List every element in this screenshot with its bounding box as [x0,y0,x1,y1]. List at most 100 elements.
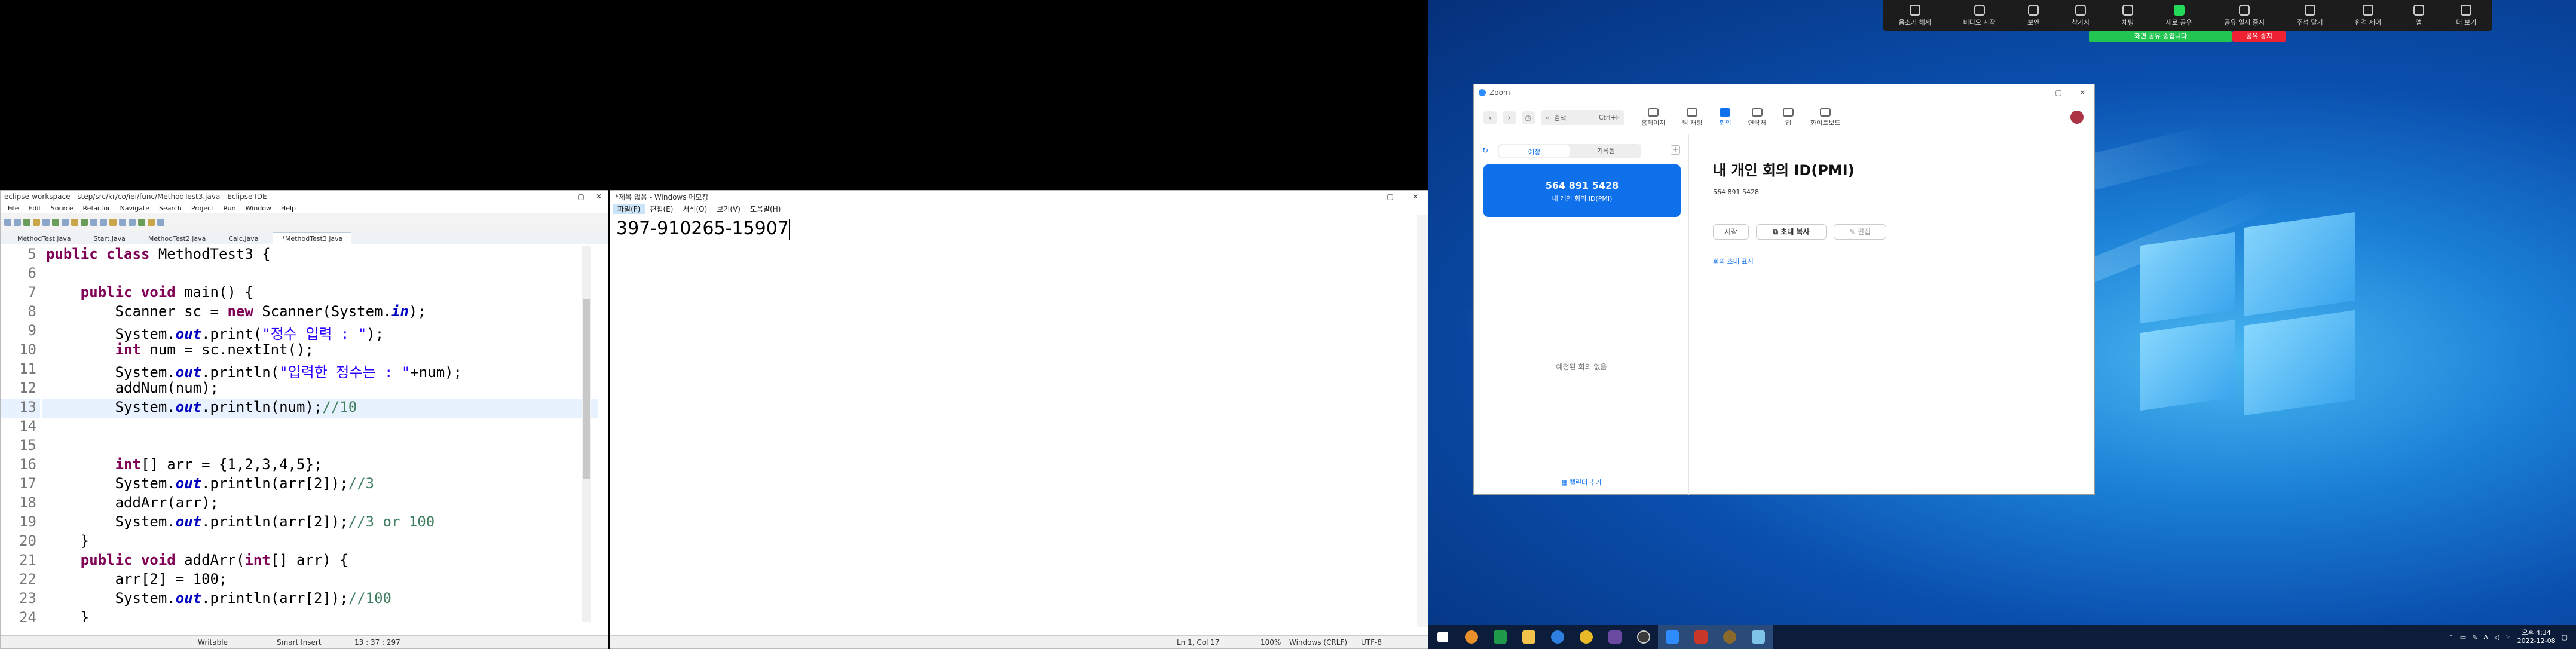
code-line[interactable]: 24 } [1,609,598,622]
code-line[interactable]: 9 System.out.print("정수 입력 : "); [1,322,598,342]
tab-methodtest2[interactable]: MethodTest2.java [140,233,214,244]
taskbar-app[interactable] [1543,625,1572,649]
new-java-class-icon[interactable] [81,218,88,226]
screen-sharing-banner[interactable]: 화면 공유 중입니다 [2089,31,2232,42]
code-line[interactable]: 13 System.out.println(num);//10 [1,399,598,418]
next-annotation-icon[interactable] [119,218,126,226]
taskbar-app[interactable] [1744,625,1773,649]
external-tools-icon[interactable] [71,218,78,226]
search-box[interactable]: ⌕ 검색 Ctrl+F [1541,109,1624,125]
editor-scrollbar[interactable] [582,246,591,622]
menu-help[interactable]: 도움말(H) [745,204,786,214]
code-line[interactable]: 23 System.out.println(arr[2]);//100 [1,590,598,609]
participants-button[interactable]: 참가자 [2072,4,2089,27]
notepad-text-area[interactable]: 397-910265-15907 [616,218,790,240]
start-video-button[interactable]: 비디오 시작 [1963,4,1996,27]
tab-methodtest3[interactable]: *MethodTest3.java [273,232,352,244]
taskbar-app[interactable] [1629,625,1658,649]
code-line[interactable]: 21 public void addArr(int[] arr) { [1,552,598,571]
run-icon[interactable] [52,218,59,226]
save-icon[interactable] [14,218,21,226]
add-calendar-link[interactable]: ▦ 캘린더 추가 [1474,477,1689,487]
tab-methodtest[interactable]: MethodTest.java [9,233,79,244]
remote-control-button[interactable]: 원격 제어 [2355,4,2381,27]
taskbar-app[interactable] [1658,625,1687,649]
menu-navigate[interactable]: Navigate [115,204,154,212]
history-icon[interactable]: ◷ [1522,111,1535,124]
taskbar-search[interactable] [1457,625,1486,649]
chevron-up-icon[interactable]: ⌃ [2448,633,2453,641]
close-button[interactable]: ✕ [590,192,608,201]
segment-recorded[interactable]: 기록됨 [1571,144,1641,158]
back-button[interactable]: ‹ [1483,111,1497,124]
close-button[interactable]: ✕ [2070,88,2094,97]
back-icon[interactable] [138,218,145,226]
edit-button[interactable]: ✎ 편집 [1834,224,1886,240]
tab-whiteboard[interactable]: 화이트보드 [1810,108,1841,127]
new-icon[interactable] [4,218,11,226]
taskbar-app[interactable] [1601,625,1629,649]
notepad-scrollbar[interactable] [1417,215,1428,627]
forward-button[interactable]: › [1503,111,1516,124]
code-line[interactable]: 15 [1,437,598,456]
notepad-title-bar[interactable]: *제목 없음 - Windows 메모장 — ▢ ✕ [610,191,1428,203]
taskbar-app[interactable] [1572,625,1601,649]
clock[interactable]: 오후 4:34 2022-12-08 [2517,629,2556,645]
scrollbar-thumb[interactable] [583,299,590,479]
wifi-icon[interactable]: ⌔ [2505,633,2511,641]
menu-refactor[interactable]: Refactor [78,204,115,212]
minimize-button[interactable]: — [554,192,572,201]
save-all-icon[interactable] [23,218,30,226]
notification-icon[interactable]: ▢ [2562,633,2568,641]
copy-invite-button[interactable]: ⧉ 초대 복사 [1756,224,1827,240]
menu-file[interactable]: 파일(F) [613,203,645,214]
chat-button[interactable]: 채팅 [2122,4,2134,27]
menu-help[interactable]: Help [276,204,301,212]
coverage-icon[interactable] [62,218,69,226]
pen-icon[interactable]: ✎ [2472,633,2477,641]
menu-search[interactable]: Search [154,204,186,212]
speaker-icon[interactable]: ◁ [2494,633,2499,641]
code-line[interactable]: 14 [1,418,598,437]
pmi-card[interactable]: 564 891 5428 내 개인 회의 ID(PMI) [1483,164,1681,217]
code-line[interactable]: 12 addNum(num); [1,379,598,399]
search-icon[interactable] [100,218,107,226]
tab-team-chat[interactable]: 팀 채팅 [1682,108,1702,127]
start-button[interactable] [1428,625,1457,649]
code-line[interactable]: 7 public void main() { [1,284,598,303]
tab-calc[interactable]: Calc.java [220,233,267,244]
taskbar-app[interactable] [1715,625,1744,649]
add-meeting-icon[interactable]: + [1671,145,1680,155]
toggle-mark-icon[interactable] [109,218,117,226]
maximize-button[interactable]: ▢ [2046,88,2070,97]
new-share-button[interactable]: 새로 공유 [2166,4,2192,27]
code-line[interactable]: 5 public class MethodTest3 { [1,246,598,265]
start-button[interactable]: 시작 [1713,224,1749,240]
menu-file[interactable]: File [3,204,23,212]
code-line[interactable]: 22 arr[2] = 100; [1,571,598,590]
pause-share-button[interactable]: 공유 일시 중지 [2224,4,2265,27]
menu-view[interactable]: 보기(V) [712,204,745,214]
code-line[interactable]: 10 int num = sc.nextInt(); [1,341,598,360]
code-line[interactable]: 8 Scanner sc = new Scanner(System.in); [1,303,598,322]
menu-format[interactable]: 서식(O) [678,204,712,214]
menu-run[interactable]: Run [218,204,240,212]
code-line[interactable]: 11 System.out.println("입력한 정수는 : "+num); [1,360,598,381]
tab-home[interactable]: 홈페이지 [1641,108,1665,127]
tab-meetings[interactable]: 회의 [1719,108,1731,127]
network-icon[interactable]: ▭ [2460,633,2466,641]
forward-icon[interactable] [148,218,155,226]
menu-edit[interactable]: 편집(E) [645,204,678,214]
code-line[interactable]: 6 [1,265,598,284]
mute-button[interactable]: 음소거 해제 [1899,4,1931,27]
taskbar-app[interactable] [1486,625,1515,649]
tab-apps[interactable]: 앱 [1782,108,1794,127]
open-type-icon[interactable] [90,218,97,226]
code-line[interactable]: 16 int[] arr = {1,2,3,4,5}; [1,456,598,475]
refresh-icon[interactable]: ↻ [1482,146,1488,155]
code-line[interactable]: 20 } [1,532,598,552]
apps-button[interactable]: 앱 [2413,4,2424,27]
show-invite-link[interactable]: 회의 초대 표시 [1713,256,1754,266]
debug-icon[interactable] [42,218,50,226]
stop-share-button[interactable]: 공유 중지 [2232,31,2286,42]
